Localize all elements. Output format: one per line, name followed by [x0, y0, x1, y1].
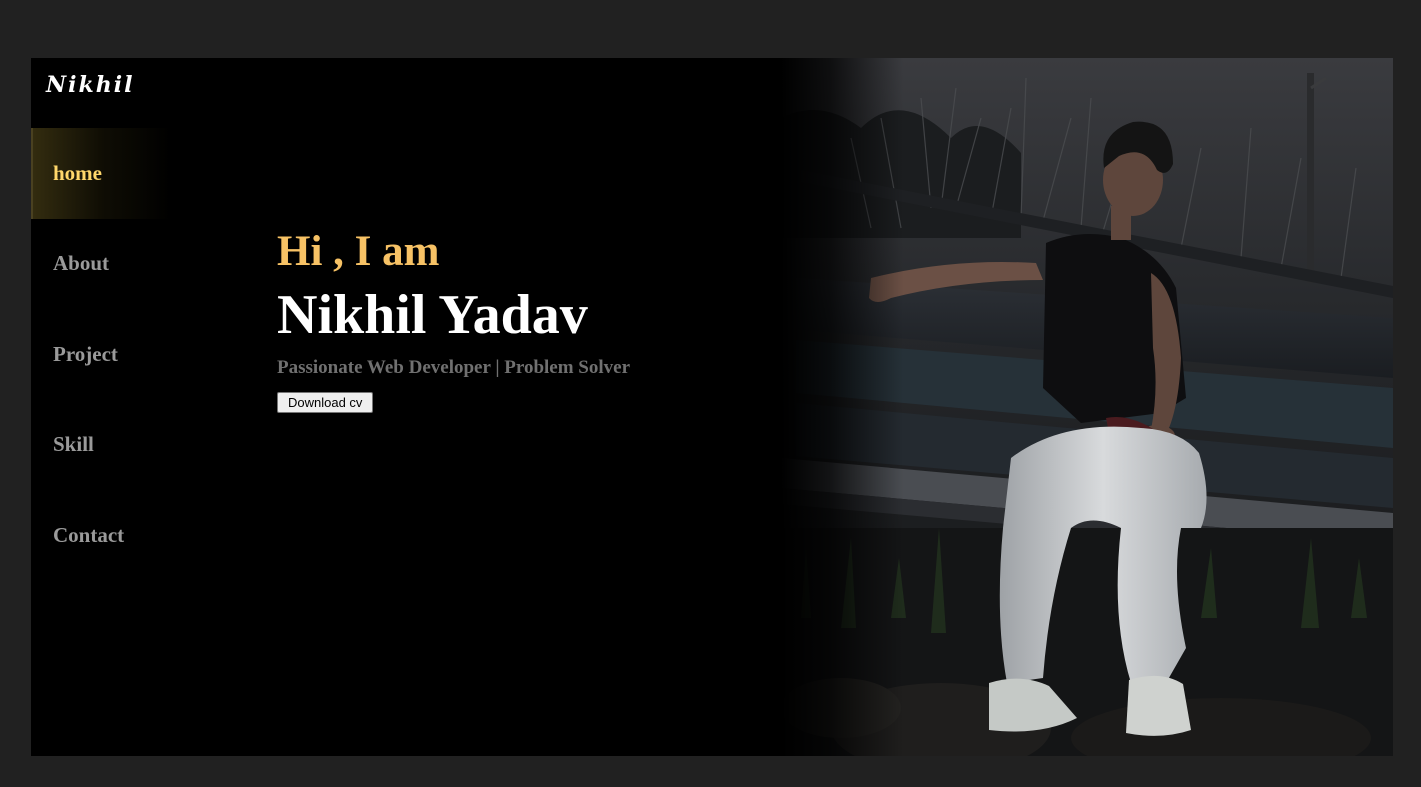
portfolio-page: Nikhil home About Project Skill Contact … — [31, 58, 1393, 756]
nav-item-home[interactable]: home — [31, 128, 171, 219]
nav-item-about[interactable]: About — [31, 219, 171, 310]
hero-section: Hi , I am Nikhil Yadav Passionate Web De… — [277, 230, 630, 413]
brand-logo[interactable]: Nikhil — [46, 72, 134, 98]
hero-name: Nikhil Yadav — [277, 284, 588, 346]
nav-item-project[interactable]: Project — [31, 309, 171, 400]
hero-tagline: Passionate Web Developer | Problem Solve… — [277, 357, 631, 378]
hero-greeting: Hi , I am — [277, 228, 440, 275]
nav-item-skill[interactable]: Skill — [31, 400, 171, 491]
download-cv-button[interactable]: Download cv — [277, 392, 374, 413]
profile-photo — [781, 58, 1393, 756]
sidebar-nav: home About Project Skill Contact — [31, 128, 171, 581]
nav-item-contact[interactable]: Contact — [31, 490, 171, 581]
